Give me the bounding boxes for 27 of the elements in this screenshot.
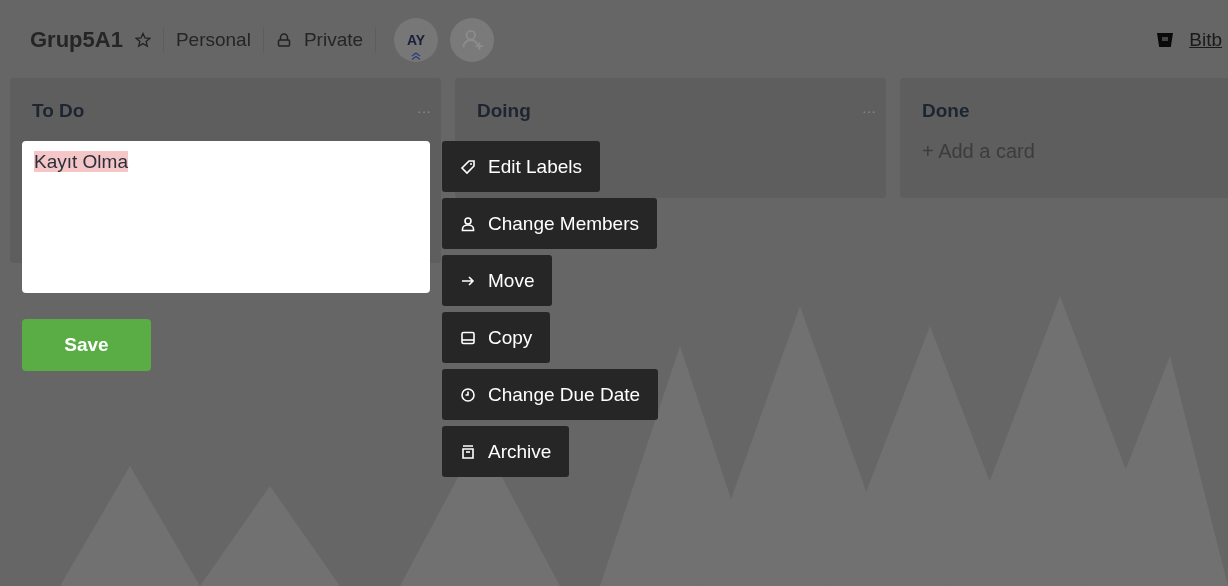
quick-menu-item[interactable]: Move [442, 255, 553, 306]
list-title[interactable]: Doing [477, 100, 531, 122]
list-title[interactable]: To Do [32, 100, 85, 122]
list-menu-button[interactable]: ··· [417, 103, 431, 119]
team-button[interactable]: Personal [175, 29, 251, 51]
card-text-field[interactable]: Kayıt Olma [22, 141, 430, 293]
visibility-button[interactable]: Private [303, 29, 364, 51]
add-member-icon[interactable] [450, 18, 495, 62]
archive-box-icon [460, 443, 476, 460]
quick-menu-item[interactable]: Change Members [442, 198, 658, 249]
quick-menu-item[interactable]: Archive [442, 426, 570, 477]
person-icon [460, 215, 476, 232]
save-button[interactable]: Save [22, 319, 151, 371]
board-title[interactable]: Grup5A1 [30, 27, 123, 53]
member-avatar[interactable]: AY [394, 18, 439, 62]
card-icon [460, 329, 476, 346]
bucket-logo-icon [1157, 33, 1174, 47]
tag-icon [460, 158, 476, 175]
quick-menu-item[interactable]: Change Due Date [442, 369, 659, 420]
lock-icon [275, 32, 292, 48]
quick-menu-item[interactable]: Copy [442, 312, 551, 363]
clock-icon [460, 386, 476, 403]
power-up-link[interactable]: Bitb [1189, 29, 1222, 51]
star-icon[interactable] [134, 32, 151, 48]
quick-menu-item[interactable]: Edit Labels [442, 141, 600, 192]
list-title[interactable]: Done [922, 100, 970, 122]
list-menu-button[interactable]: ··· [862, 103, 876, 119]
